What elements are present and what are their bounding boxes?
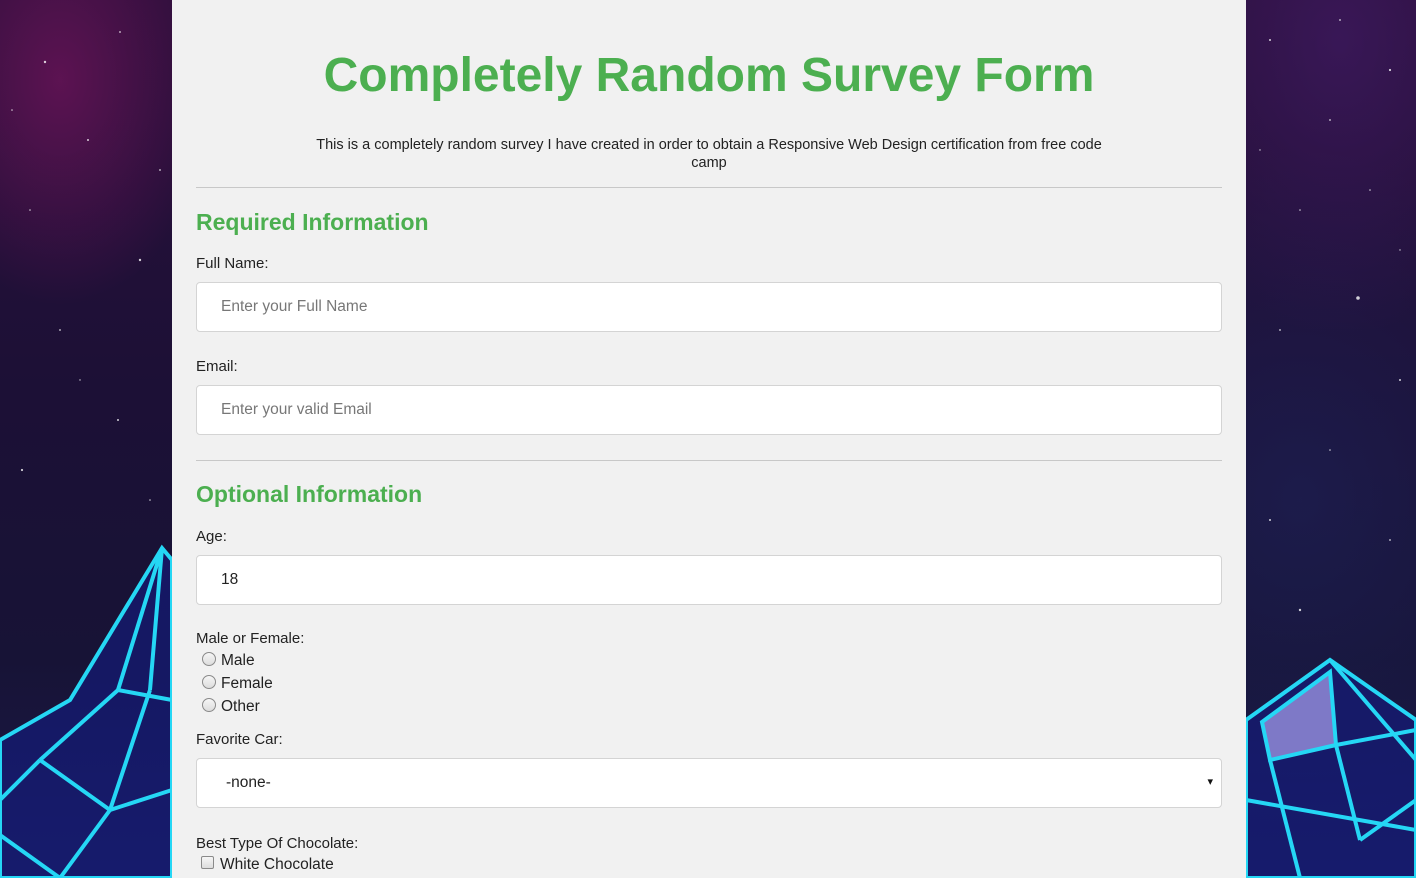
radio-button[interactable] (202, 652, 216, 666)
description: This is a completely random survey I hav… (316, 137, 1102, 171)
dropdown-arrow-icon: ▾ (1207, 776, 1213, 788)
divider (196, 187, 1222, 188)
full-name-input[interactable] (196, 282, 1222, 332)
favorite-car-select[interactable]: -none- ▾ (196, 758, 1222, 808)
select-value: -none- (226, 774, 271, 791)
chocolate-label: Best Type Of Chocolate: (196, 835, 359, 852)
gender-option-label: Female (221, 675, 273, 692)
chocolate-option-label: White Chocolate (220, 856, 334, 873)
name-label: Full Name: (196, 255, 269, 272)
gender-option-label: Other (221, 698, 260, 715)
radio-button[interactable] (202, 675, 216, 689)
page-title: Completely Random Survey Form (323, 49, 1095, 102)
age-label: Age: (196, 528, 227, 545)
age-input[interactable] (196, 555, 1222, 605)
email-label: Email: (196, 358, 238, 375)
checkbox[interactable] (201, 856, 214, 869)
car-label: Favorite Car: (196, 731, 283, 748)
required-heading: Required Information (196, 209, 429, 235)
optional-heading: Optional Information (196, 481, 423, 507)
gender-label: Male or Female: (196, 630, 305, 647)
radio-button[interactable] (202, 698, 216, 712)
email-input[interactable] (196, 385, 1222, 435)
survey-form-panel: Completely Random Survey Form This is a … (172, 0, 1246, 878)
divider (196, 460, 1222, 461)
gender-option-label: Male (221, 652, 255, 669)
